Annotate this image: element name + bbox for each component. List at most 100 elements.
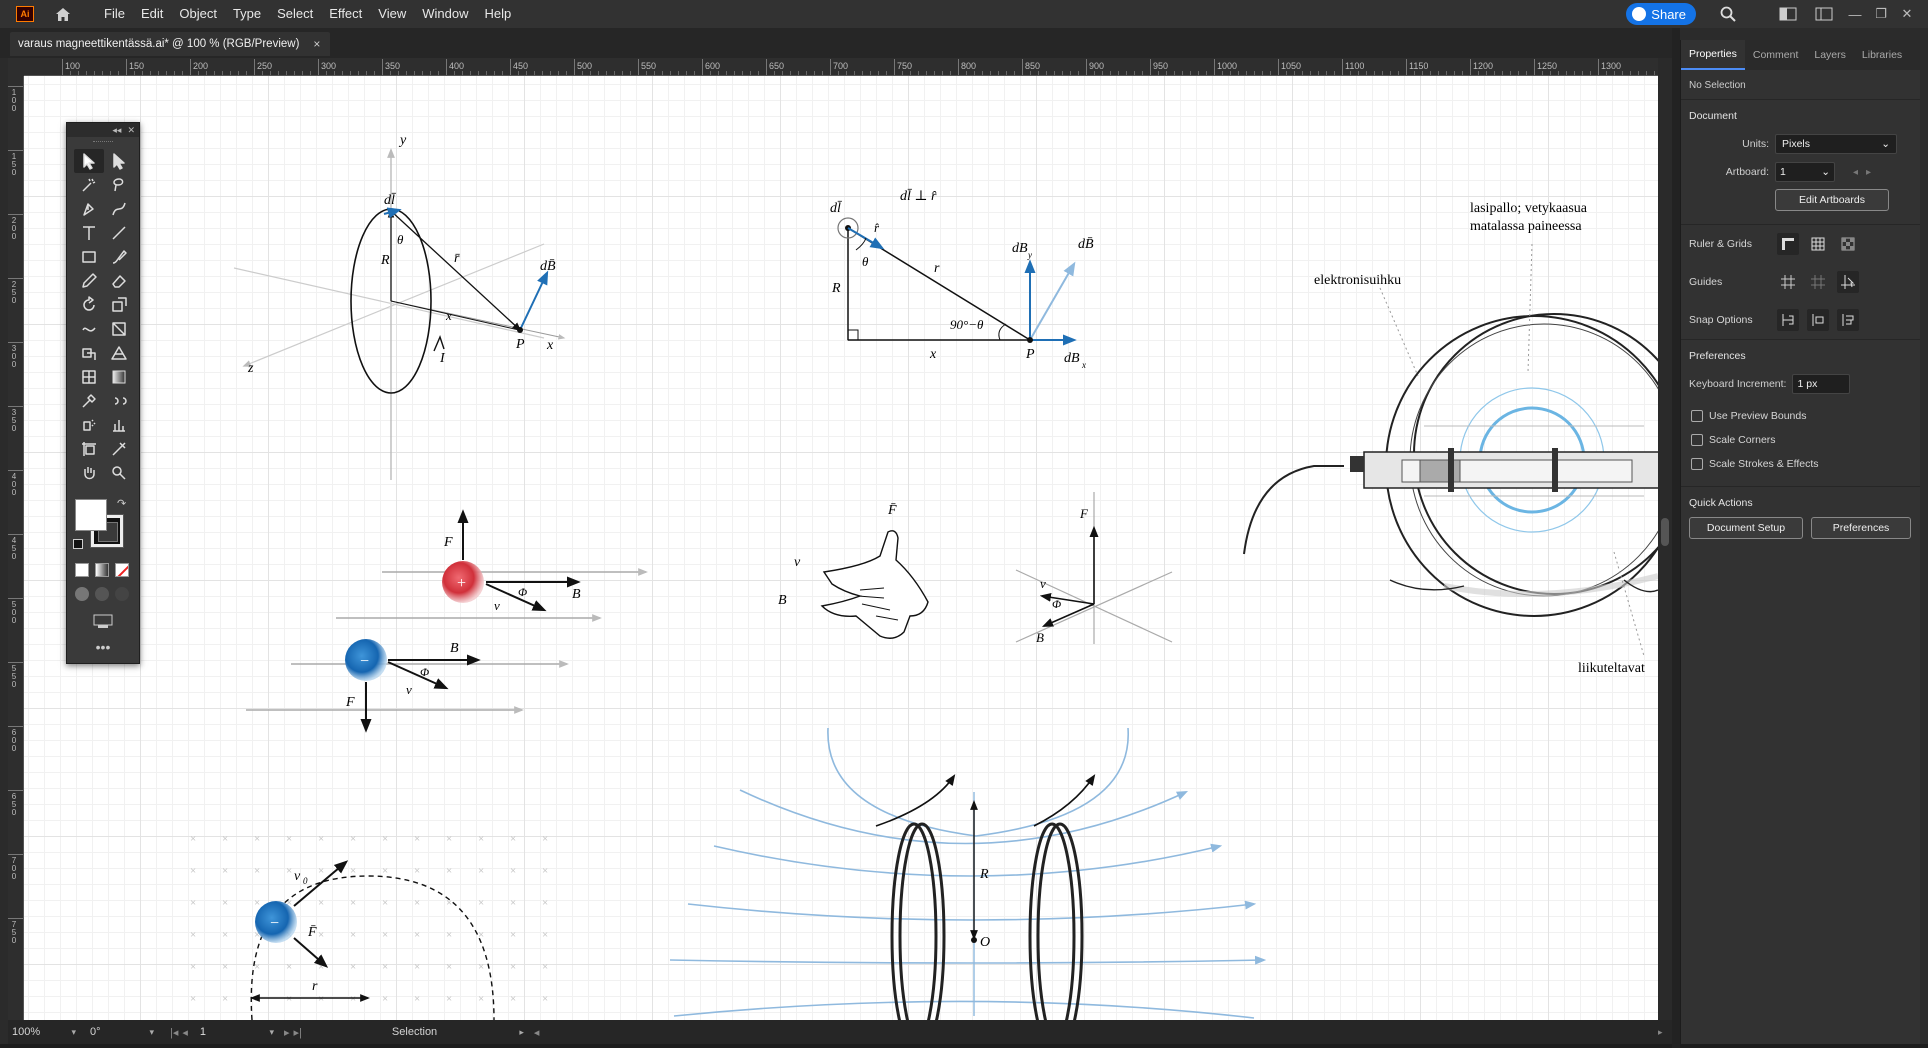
status-chevron-icon[interactable]: ▸	[519, 1027, 524, 1038]
toolbar-close-icon[interactable]: ✕	[127, 125, 135, 136]
draw-normal-icon[interactable]	[75, 587, 89, 601]
scale-tool[interactable]	[104, 293, 134, 317]
paintbrush-tool[interactable]	[104, 245, 134, 269]
hscroll-right-icon[interactable]: ▸	[1658, 1027, 1663, 1038]
minimize-icon[interactable]: —	[1842, 4, 1868, 24]
menu-view[interactable]: View	[370, 0, 414, 28]
preferences-button[interactable]: Preferences	[1811, 517, 1911, 539]
snap-point-icon[interactable]	[1777, 309, 1799, 331]
type-tool[interactable]	[74, 221, 104, 245]
menu-effect[interactable]: Effect	[321, 0, 370, 28]
share-button[interactable]: Share	[1626, 3, 1696, 25]
zoom-field[interactable]: 100% ▾	[8, 1023, 80, 1041]
direct-selection-tool[interactable]	[104, 149, 134, 173]
first-artboard-icon[interactable]: |◂	[170, 1026, 178, 1039]
column-graph-tool[interactable]	[104, 413, 134, 437]
use-preview-bounds-checkbox[interactable]	[1691, 410, 1703, 422]
color-mode-icon[interactable]	[75, 563, 89, 577]
draw-behind-icon[interactable]	[95, 587, 109, 601]
menu-window[interactable]: Window	[414, 0, 476, 28]
scale-corners-checkbox[interactable]	[1691, 434, 1703, 446]
zoom-chevron-icon[interactable]: ▾	[71, 1027, 76, 1038]
horizontal-ruler[interactable]: 100 150 200 250 300 350 400 450 500 550 600 650 700 7…	[24, 58, 1658, 76]
magic-wand-tool[interactable]	[74, 173, 104, 197]
tab-properties[interactable]: Properties	[1681, 40, 1745, 70]
blend-tool[interactable]	[104, 389, 134, 413]
prev-artboard-icon[interactable]: ◂	[182, 1026, 188, 1039]
toolbar-grip[interactable]	[67, 137, 139, 147]
document-setup-button[interactable]: Document Setup	[1689, 517, 1803, 539]
units-select[interactable]: Pixels ⌄	[1775, 134, 1897, 154]
artboard-arrows-icon[interactable]: ◂▸	[1853, 167, 1879, 178]
last-artboard-icon[interactable]: ▸|	[294, 1026, 302, 1039]
rotate-chevron-icon[interactable]: ▾	[149, 1027, 154, 1038]
menu-file[interactable]: File	[96, 0, 133, 28]
transparency-grid-icon[interactable]	[1837, 233, 1859, 255]
vertical-scroll-thumb[interactable]	[1661, 518, 1669, 546]
line-tool[interactable]	[104, 221, 134, 245]
gradient-tool[interactable]	[104, 365, 134, 389]
keyboard-increment-input[interactable]: 1 px	[1792, 374, 1851, 394]
snap-glyph-icon[interactable]	[1837, 309, 1859, 331]
figure-charges-force[interactable]: F + Φ v B B Φ − v F	[246, 509, 648, 733]
vertical-ruler[interactable]: 100 150 200 250 300 350 400 450 500 550 600 650 700 7…	[8, 76, 24, 1020]
default-colors-icon[interactable]	[73, 539, 83, 549]
none-mode-icon[interactable]	[115, 563, 129, 577]
toolbar-header[interactable]: ◂◂ ✕	[67, 123, 139, 137]
pencil-tool[interactable]	[74, 269, 104, 293]
menu-help[interactable]: Help	[476, 0, 519, 28]
tab-close-icon[interactable]: ×	[313, 37, 320, 51]
figure-helmholtz-coils[interactable]: R O	[669, 727, 1267, 1020]
snap-pixel-icon[interactable]	[1807, 309, 1829, 331]
rectangle-tool[interactable]	[74, 245, 104, 269]
edit-artboards-button[interactable]: Edit Artboards	[1775, 189, 1889, 211]
restore-icon[interactable]: ❐	[1868, 4, 1894, 24]
fill-swatch[interactable]	[75, 499, 107, 531]
menu-type[interactable]: Type	[225, 0, 269, 28]
menu-select[interactable]: Select	[269, 0, 321, 28]
swap-colors-icon[interactable]: ↷	[117, 497, 126, 510]
eraser-tool[interactable]	[104, 269, 134, 293]
menu-edit[interactable]: Edit	[133, 0, 171, 28]
artboard-select[interactable]: 1 ⌄	[1775, 162, 1835, 182]
artboard-nav-next[interactable]: ▸ ▸|	[280, 1023, 306, 1041]
warp-tool[interactable]	[74, 317, 104, 341]
scale-strokes-checkbox[interactable]	[1691, 458, 1703, 470]
home-icon[interactable]	[52, 3, 74, 25]
close-window-icon[interactable]: ✕	[1894, 4, 1920, 24]
curvature-tool[interactable]	[104, 197, 134, 221]
eyedropper-tool[interactable]	[74, 389, 104, 413]
figure-current-loop[interactable]: y dl̄ θ R r̄ dB̄ x P x z I	[233, 133, 566, 480]
smart-guides-icon[interactable]	[1837, 271, 1859, 293]
draw-inside-icon[interactable]	[115, 587, 129, 601]
ruler-icon[interactable]	[1777, 233, 1799, 255]
scale-corners-row[interactable]: Scale Corners	[1689, 428, 1912, 452]
scale-strokes-row[interactable]: Scale Strokes & Effects	[1689, 452, 1912, 476]
mesh-tool[interactable]	[74, 365, 104, 389]
figure-field-components[interactable]: dl̄ dl̄ ⊥ r̂ r̂ θ r R 90°−θ x P dB y dB̄…	[830, 188, 1094, 370]
ruler-corner[interactable]	[8, 58, 24, 76]
hscroll-left-icon[interactable]: ◂	[530, 1023, 544, 1041]
selection-tool[interactable]	[74, 149, 104, 173]
slice-tool[interactable]	[104, 437, 134, 461]
arrange-documents-icon[interactable]	[1776, 4, 1800, 24]
pen-tool[interactable]	[74, 197, 104, 221]
gradient-mode-icon[interactable]	[95, 563, 109, 577]
figure-circular-motion[interactable]: × × × × × × × × × × × × × × × × × × × × × × × × × × × × × × × × × × × × × × × ×…	[190, 833, 548, 1020]
next-artboard-icon[interactable]: ▸	[284, 1026, 290, 1039]
rotate-tool[interactable]	[74, 293, 104, 317]
tab-comment[interactable]: Comment	[1745, 40, 1807, 70]
search-icon[interactable]	[1716, 4, 1740, 24]
artboard-canvas[interactable]: y dl̄ θ R r̄ dB̄ x P x z I dl̄ dl̄ ⊥ r̂ …	[24, 76, 1658, 1020]
lasso-tool[interactable]	[104, 173, 134, 197]
lock-guides-icon[interactable]	[1807, 271, 1829, 293]
tab-libraries[interactable]: Libraries	[1854, 40, 1910, 70]
symbol-sprayer-tool[interactable]	[74, 413, 104, 437]
shape-builder-tool[interactable]	[74, 341, 104, 365]
document-tab[interactable]: varaus magneettikentässä.ai* @ 100 % (RG…	[10, 32, 331, 56]
collapse-icon[interactable]: ◂◂	[112, 125, 121, 136]
artboard-chevron-icon[interactable]: ▾	[269, 1027, 274, 1038]
more-tools-icon[interactable]: •••	[67, 639, 139, 655]
artboard-tool[interactable]	[74, 437, 104, 461]
artboard-nav[interactable]: |◂ ◂ 1 ▾	[166, 1023, 278, 1041]
